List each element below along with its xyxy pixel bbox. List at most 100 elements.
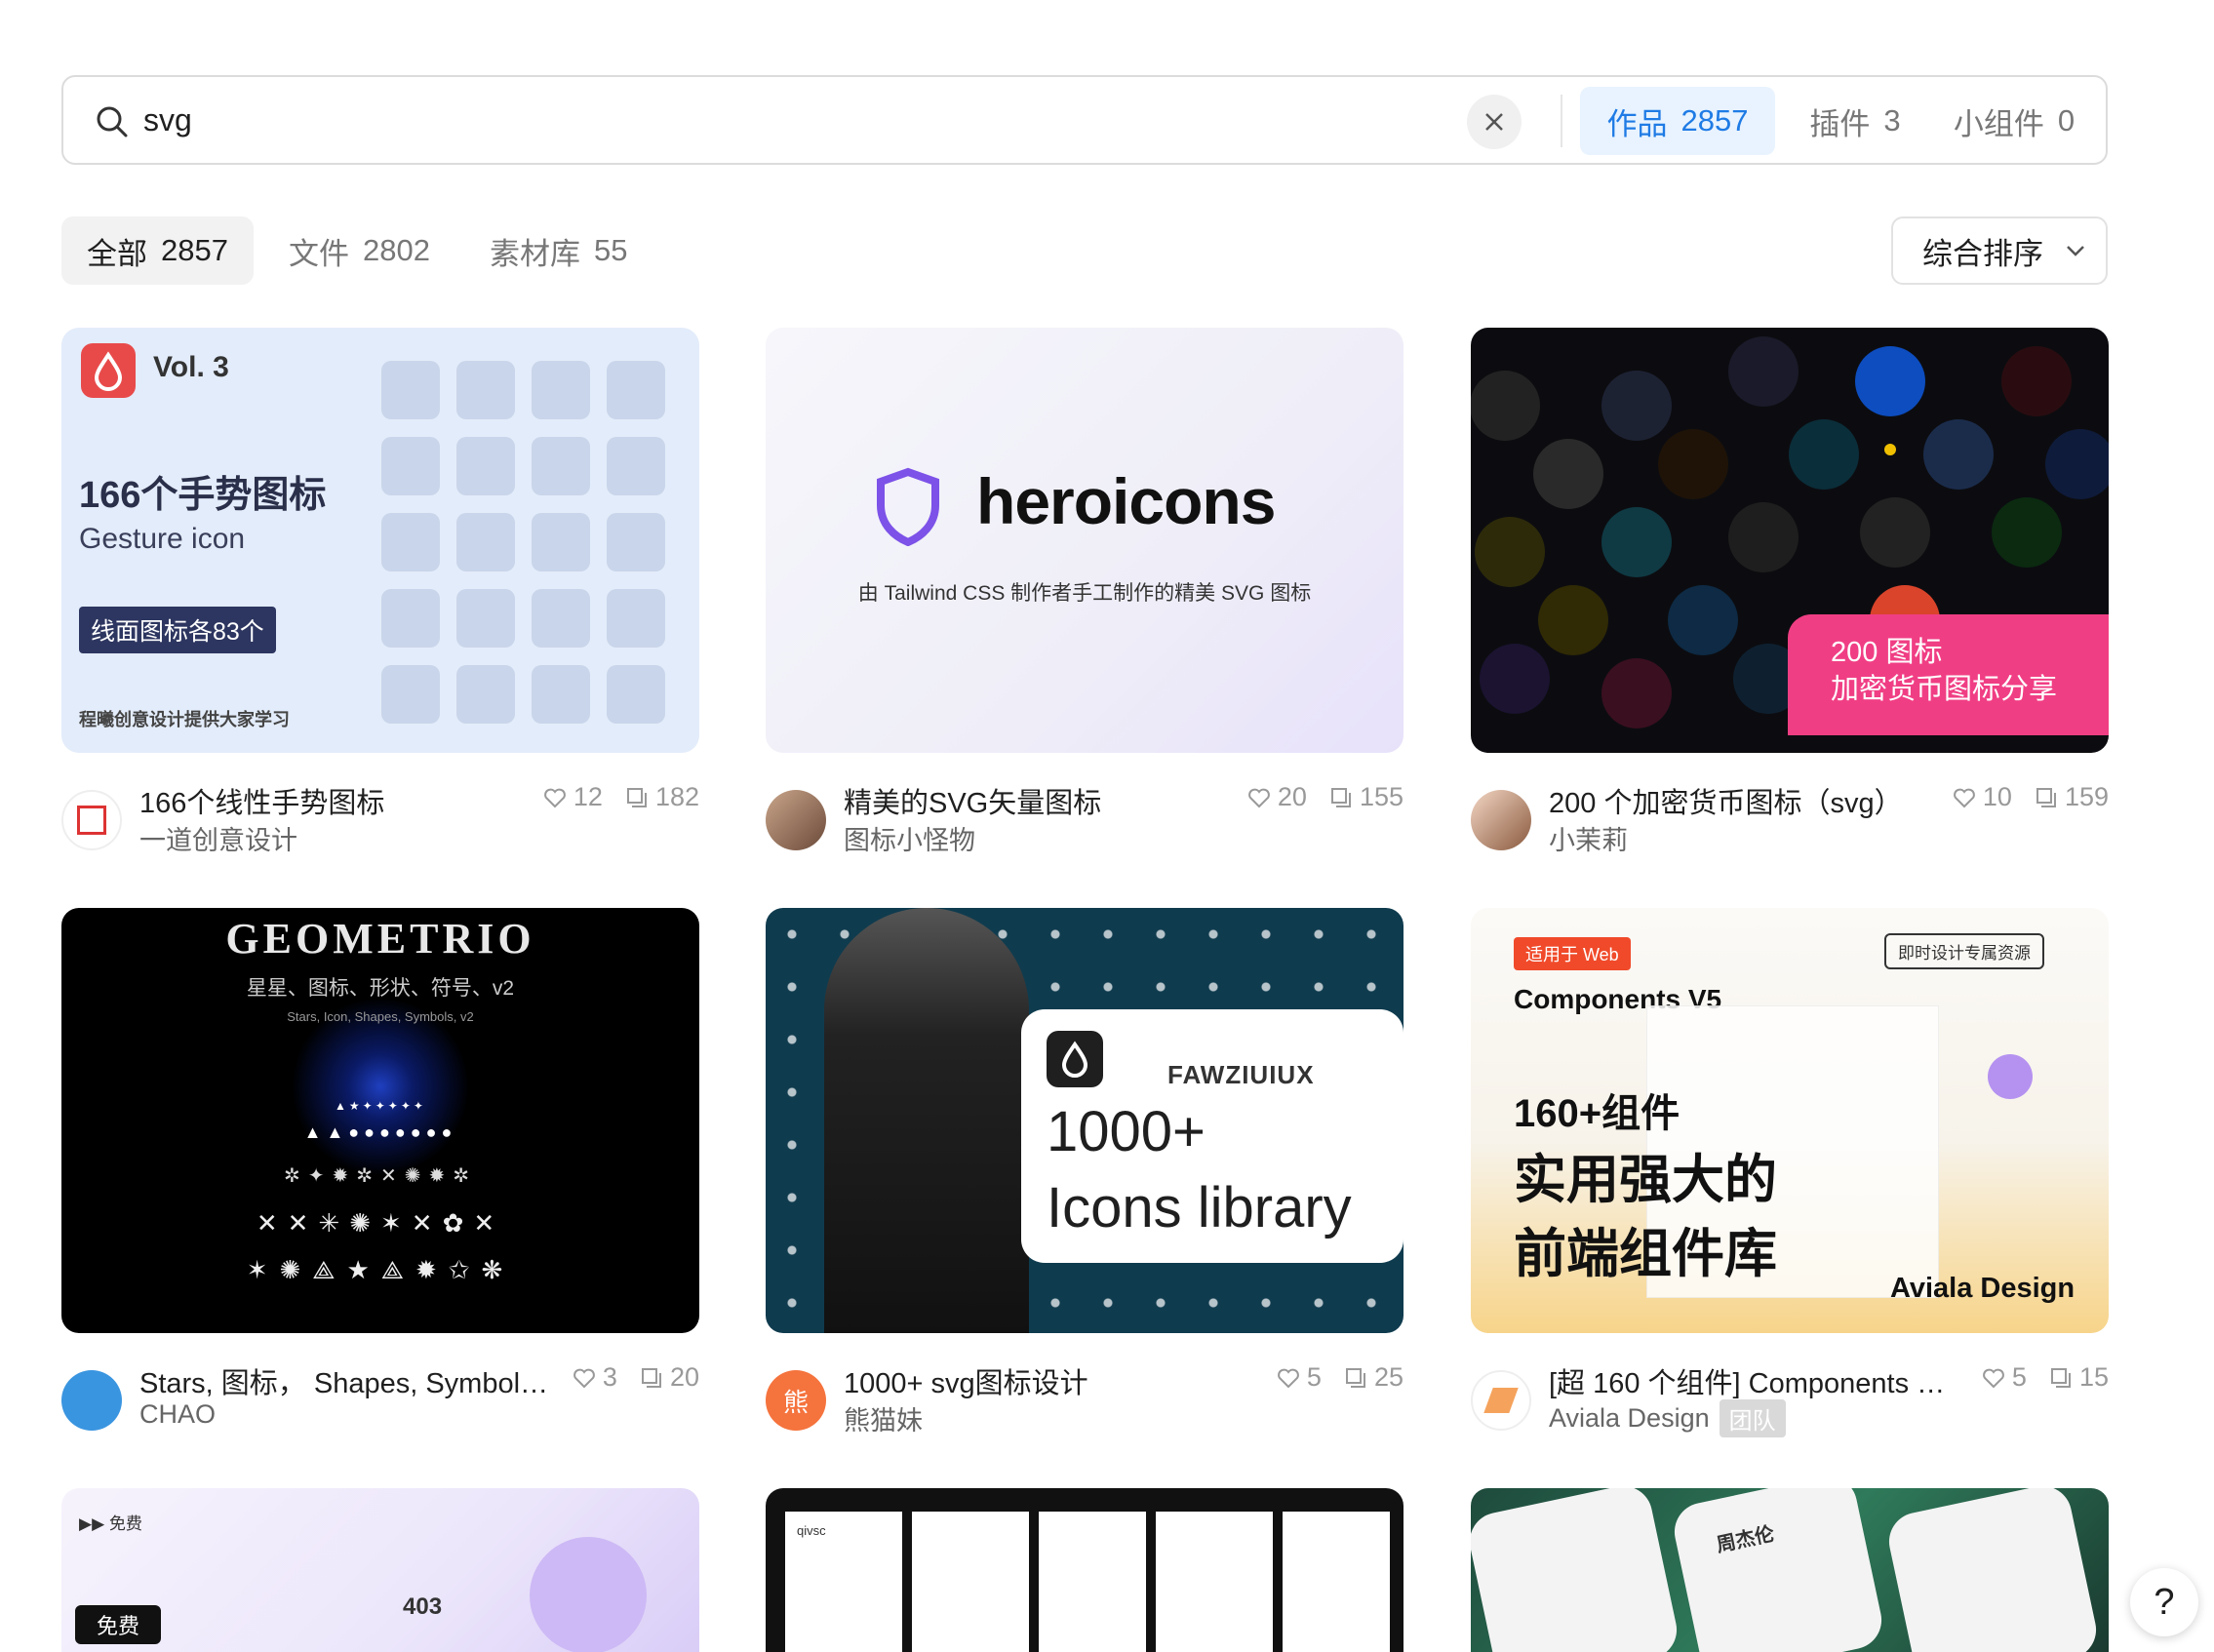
views: 155 <box>1328 782 1404 812</box>
card-author[interactable]: 小茉莉 <box>1549 819 1628 857</box>
hand-icon <box>607 513 665 571</box>
tab-count: 2857 <box>1680 103 1749 138</box>
copy-icon <box>1330 787 1351 807</box>
card-author[interactable]: Aviala Design 团队 <box>1549 1399 1786 1437</box>
filter-label: 文件 <box>289 236 349 271</box>
card-thumbnail[interactable]: heroicons 由 Tailwind CSS 制作者手工制作的精美 SVG … <box>766 328 1404 753</box>
card-stats: 10 159 <box>1952 782 2109 812</box>
person-photo <box>824 908 1029 1333</box>
star-row: ▲▲●●●●●●● <box>303 1122 457 1142</box>
likes[interactable]: 5 <box>1981 1362 2027 1393</box>
heart-icon <box>1954 788 1975 807</box>
hand-icon <box>381 513 440 571</box>
card-thumbnail[interactable]: ▶▶ 免费 免费 403 <box>61 1488 699 1652</box>
views: 15 <box>2048 1362 2109 1393</box>
phone-mockup: 周杰伦 <box>1669 1488 1887 1652</box>
card-title[interactable]: 200 个加密货币图标（svg） <box>1549 780 1939 821</box>
screen-preview: qivsc <box>785 1512 902 1652</box>
card-title[interactable]: 精美的SVG矢量图标 <box>844 780 1244 821</box>
thumb-line-1: 1000+ <box>1047 1100 1206 1163</box>
thumb-tagline: 由 Tailwind CSS 制作者手工制作的精美 SVG 图标 <box>857 582 1312 605</box>
hand-icon <box>381 437 440 495</box>
thumb-tag: 适用于 Web <box>1514 937 1631 970</box>
card-title[interactable]: 166个线性手势图标 <box>139 780 539 821</box>
avatar-initial: 熊 <box>782 1387 809 1417</box>
filter-tab-all[interactable]: 全部 2857 <box>61 216 254 285</box>
tab-widgets[interactable]: 小组件 0 <box>1936 87 2092 155</box>
card-thumbnail[interactable]: GEOMETRIO 星星、图标、形状、符号、v2 Stars, Icon, Sh… <box>61 908 699 1333</box>
card-title[interactable]: Stars, 图标， Shapes, Symbols, v2 <box>139 1360 549 1401</box>
phone-mockup <box>1471 1488 1682 1652</box>
filter-count: 2857 <box>161 233 228 267</box>
thumb-headline: 166个手势图标 <box>79 475 327 516</box>
card-thumbnail[interactable]: Vol. 3 166个手势图标 Gesture icon 线面图标各83个 程曦… <box>61 328 699 753</box>
divider <box>1561 95 1562 147</box>
drop-icon <box>94 351 123 391</box>
thumb-vol: Vol. 3 <box>153 351 229 383</box>
likes[interactable]: 3 <box>572 1362 617 1393</box>
card-author[interactable]: 图标小怪物 <box>844 819 975 857</box>
card-thumbnail[interactable]: 适用于 Web 即时设计专属资源 Components V5 160+组件 实用… <box>1471 908 2109 1333</box>
screen-preview <box>912 1512 1029 1652</box>
avatar[interactable] <box>61 1370 122 1431</box>
author-name: 小茉莉 <box>1549 826 1628 855</box>
phone-mockup <box>1883 1488 2102 1652</box>
logo <box>81 343 136 398</box>
hand-icon <box>607 437 665 495</box>
tab-plugins[interactable]: 插件 3 <box>1792 87 1918 155</box>
card-author[interactable]: 一道创意设计 <box>139 819 297 857</box>
sort-dropdown[interactable]: 综合排序 <box>1891 216 2108 285</box>
likes[interactable]: 12 <box>542 782 603 812</box>
card-thumbnail[interactable]: 周杰伦 <box>1471 1488 2109 1652</box>
heart-icon <box>573 1368 595 1388</box>
search-bar: 作品 2857 插件 3 小组件 0 <box>61 75 2108 165</box>
card-author[interactable]: 熊猫妹 <box>844 1399 923 1437</box>
logo <box>1047 1031 1103 1087</box>
avatar[interactable]: 熊 <box>766 1370 826 1431</box>
thumb-tag: ▶▶ 免费 <box>79 1514 142 1533</box>
like-count: 5 <box>2011 1362 2027 1392</box>
team-badge: 团队 <box>1719 1399 1786 1437</box>
heart-icon <box>1983 1368 2004 1388</box>
views: 20 <box>639 1362 699 1393</box>
avatar[interactable] <box>61 790 122 850</box>
thumb-line-2: 实用强大的 <box>1514 1151 1777 1209</box>
card-author[interactable]: CHAO <box>139 1399 216 1430</box>
card-meta: 200 个加密货币图标（svg） 小茉莉 10 159 <box>1471 772 2109 870</box>
likes[interactable]: 5 <box>1276 1362 1322 1393</box>
star-row: ✕✕✳✺✶✕✿✕ <box>256 1208 505 1238</box>
avatar[interactable] <box>1471 790 1531 850</box>
avatar[interactable] <box>766 790 826 850</box>
filter-tab-files[interactable]: 文件 2802 <box>263 216 455 285</box>
shield-icon <box>877 467 939 546</box>
filter-tab-libraries[interactable]: 素材库 55 <box>464 216 652 285</box>
card-meta: 166个线性手势图标 一道创意设计 12 182 <box>61 772 699 870</box>
copy-icon <box>626 787 647 807</box>
card-thumbnail[interactable]: 200 图标 加密货币图标分享 <box>1471 328 2109 753</box>
likes[interactable]: 10 <box>1952 782 2012 812</box>
hand-icon <box>532 361 590 419</box>
hand-icon <box>456 665 515 724</box>
view-count: 155 <box>1359 782 1404 811</box>
clear-search-button[interactable] <box>1467 95 1522 149</box>
search-input[interactable] <box>143 95 1411 145</box>
views: 25 <box>1343 1362 1404 1393</box>
hand-icon <box>532 665 590 724</box>
thumb-brand: FAWZIUIUX <box>1167 1060 1315 1089</box>
tab-label: 作品 <box>1606 106 1668 141</box>
tab-label: 插件 <box>1809 106 1871 141</box>
tab-works[interactable]: 作品 2857 <box>1580 87 1775 155</box>
like-count: 5 <box>1306 1362 1322 1392</box>
like-count: 3 <box>602 1362 617 1392</box>
card-thumbnail[interactable]: FAWZIUIUX 1000+ Icons library <box>766 908 1404 1333</box>
help-button[interactable]: ? <box>2130 1568 2198 1636</box>
card-thumbnail[interactable]: qivsc <box>766 1488 1404 1652</box>
card-title[interactable]: [超 160 个组件] Components V5 <box>1549 1360 1949 1401</box>
view-count: 182 <box>654 782 699 811</box>
likes[interactable]: 20 <box>1246 782 1307 812</box>
avatar[interactable] <box>1471 1370 1531 1431</box>
screen-preview <box>1283 1512 1390 1652</box>
card-stats: 12 182 <box>542 782 699 812</box>
card-title[interactable]: 1000+ svg图标设计 <box>844 1360 1244 1401</box>
thumb-headline: GEOMETRIO <box>225 915 535 963</box>
